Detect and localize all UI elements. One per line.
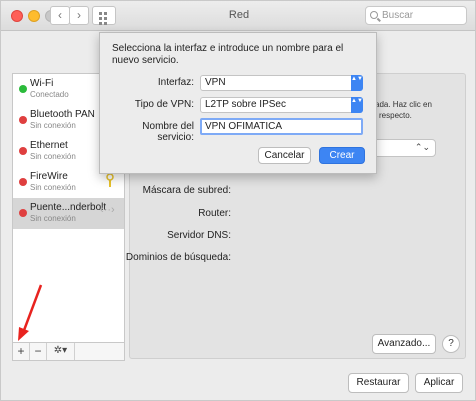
service-name: Bluetooth PAN — [30, 109, 95, 120]
thunderbolt-bridge-icon: ‹··› — [100, 204, 115, 216]
service-status: Conectado — [30, 90, 69, 99]
create-button[interactable]: Crear — [319, 147, 365, 164]
service-status: Sin conexión — [30, 121, 76, 130]
service-actions-button[interactable]: ✲▾ — [47, 343, 75, 360]
search-field[interactable]: Buscar — [365, 6, 467, 25]
cancel-button[interactable]: Cancelar — [258, 147, 311, 164]
subnet-mask-label: Máscara de subred: — [142, 185, 231, 196]
revert-button[interactable]: Restaurar — [348, 373, 409, 393]
status-hint-line2: l respecto. — [375, 111, 412, 120]
search-domains-label: Dominios de búsqueda: — [125, 252, 231, 263]
service-name-input[interactable] — [200, 118, 363, 135]
status-dot-icon — [19, 178, 27, 186]
plus-icon: + — [17, 344, 25, 358]
search-placeholder: Buscar — [382, 10, 414, 21]
status-dot-icon — [19, 147, 27, 155]
service-status: Sin conexión — [30, 183, 76, 192]
titlebar: ‹ › Red Buscar — [1, 1, 475, 31]
service-name: FireWire — [30, 171, 68, 182]
service-status: Sin conexión — [30, 152, 76, 161]
select-arrows-icon: ▲▼ — [351, 97, 363, 113]
service-list-toolbar: + − ✲▾ — [12, 343, 125, 361]
interface-select[interactable]: VPN ▲▼ — [200, 75, 363, 91]
status-hint-line1: ada. Haz clic en — [375, 100, 432, 109]
vpn-type-label: Tipo de VPN: — [134, 99, 194, 110]
service-name: Ethernet — [30, 140, 68, 151]
select-arrows-icon: ▲▼ — [351, 75, 363, 91]
search-icon — [370, 11, 378, 19]
vpn-type-value: L2TP sobre IPSec — [205, 99, 286, 110]
dns-server-label: Servidor DNS: — [167, 230, 231, 241]
service-status: Sin conexión — [30, 214, 76, 223]
sheet-prompt: Selecciona la interfaz e introduce un no… — [112, 43, 344, 66]
router-label: Router: — [198, 208, 231, 219]
advanced-button[interactable]: Avanzado... — [372, 334, 436, 354]
interface-label: Interfaz: — [157, 77, 194, 88]
status-dot-icon — [19, 116, 27, 124]
remove-service-button[interactable]: − — [30, 343, 47, 360]
help-button[interactable]: ? — [442, 335, 460, 353]
minus-icon: − — [34, 344, 42, 358]
service-name-label: Nombre del servicio: — [142, 121, 194, 143]
popup-arrows-icon: ⌃⌄ — [414, 142, 430, 152]
interface-value: VPN — [205, 77, 226, 88]
annotation-arrow-icon — [18, 284, 43, 341]
service-name: Wi-Fi — [30, 78, 54, 89]
network-preferences-window: ‹ › Red Buscar Wi-Fi Conectado Bluetooth… — [0, 0, 476, 401]
gear-icon: ✲▾ — [53, 345, 68, 356]
service-item-thunderbolt-bridge[interactable]: Puente...nderbolt Sin conexión ‹··› — [13, 198, 124, 229]
apply-button[interactable]: Aplicar — [415, 373, 463, 393]
firewire-icon — [106, 173, 114, 187]
status-dot-icon — [19, 209, 27, 217]
vpn-type-select[interactable]: L2TP sobre IPSec ▲▼ — [200, 97, 363, 113]
add-service-button[interactable]: + — [13, 343, 30, 360]
new-service-sheet: Selecciona la interfaz e introduce un no… — [99, 32, 377, 174]
status-dot-icon — [19, 85, 27, 93]
service-name: Puente...nderbolt — [30, 202, 107, 213]
